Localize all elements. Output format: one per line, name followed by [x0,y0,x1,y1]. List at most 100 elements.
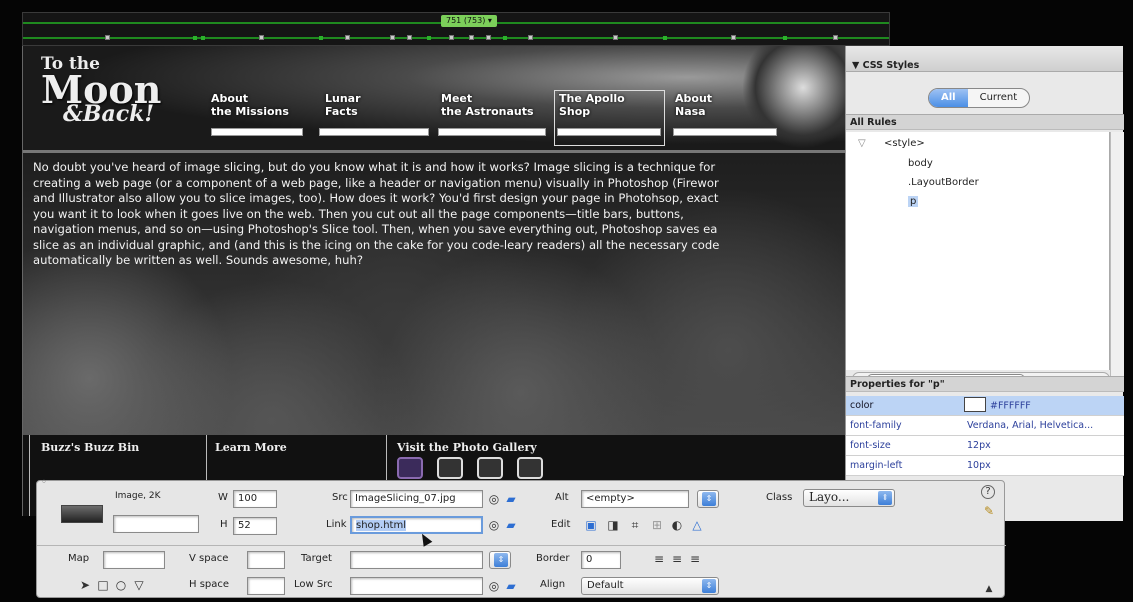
align-right-icon[interactable]: ≡ [687,551,703,567]
edit-in-photoshop-icon[interactable]: ▣ [583,517,599,533]
edit-image-settings-icon[interactable]: ◨ [605,517,621,533]
image-name-field[interactable] [113,515,199,533]
low-src-label: Low Src [294,579,333,590]
alt-label: Alt [555,492,569,503]
ruler-handle[interactable] [390,35,395,40]
nav-underline [438,128,546,136]
ruler-handle[interactable] [613,35,618,40]
inspector-divider [37,545,1006,546]
pointer-hotspot-icon[interactable]: ➤ [77,577,93,593]
nav-item-astronauts[interactable]: Meet the Astronauts [438,92,546,136]
ruler-handle[interactable] [833,35,838,40]
ruler-handle[interactable] [259,35,264,40]
ruler-handle[interactable] [105,35,110,40]
point-to-file-icon[interactable]: ◎ [486,491,502,507]
property-row-margin-left[interactable]: margin-left 10px [846,456,1124,476]
class-dropdown[interactable]: Layo... ⇕ [803,489,895,507]
footer-gallery-heading[interactable]: Visit the Photo Gallery [397,441,537,454]
footer-buzz-heading[interactable]: Buzz's Buzz Bin [41,441,139,454]
site-logo[interactable]: To the Moon &Back! [41,56,161,126]
property-value[interactable]: 10px [967,460,991,471]
ruler-handle[interactable] [528,35,533,40]
nav-label-2: Facts [325,105,358,118]
align-dropdown[interactable]: Default ⇕ [581,577,719,595]
ruler-marker [193,36,197,40]
browse-folder-icon[interactable]: ▰ [503,517,519,533]
ruler-handle[interactable] [486,35,491,40]
paragraph-line: creating a web page (or a component of a… [33,175,719,190]
ruler-handle[interactable] [449,35,454,40]
css-styles-title[interactable]: ▼ CSS Styles [846,46,1123,72]
sharpen-icon[interactable]: △ [689,517,705,533]
rule-body[interactable]: body [908,158,933,169]
rule-style[interactable]: <style> [884,138,925,149]
ruler-marker [503,36,507,40]
width-field[interactable]: 100 [233,490,277,508]
border-field[interactable]: 0 [581,551,621,569]
nav-label-2: the Astronauts [441,105,534,118]
nav-label-2: Nasa [675,105,706,118]
alt-field[interactable]: <empty> [581,490,689,508]
align-center-icon[interactable]: ≡ [669,551,685,567]
gallery-thumbnail[interactable] [437,457,463,479]
rules-vertical-scrollbar[interactable] [1110,132,1124,386]
rule-p[interactable]: p [908,196,919,207]
rectangle-hotspot-icon[interactable]: □ [95,577,111,593]
brightness-contrast-icon[interactable]: ◐ [669,517,685,533]
map-name-field[interactable] [103,551,165,569]
property-value[interactable]: Verdana, Arial, Helvetica... [967,420,1093,431]
nav-item-lunar-facts[interactable]: Lunar Facts [319,92,429,136]
paragraph-line: navigation menus, and so on—using Photos… [33,222,718,236]
map-label: Map [68,553,90,564]
collapse-inspector-icon[interactable]: ▲ [981,581,997,597]
gallery-thumbnail[interactable] [397,457,423,479]
property-value[interactable]: 12px [967,440,991,451]
ruler-handle[interactable] [407,35,412,40]
collapse-triangle-icon[interactable]: ▽ [858,138,866,149]
nav-item-missions[interactable]: About the Missions [211,92,303,136]
nav-item-nasa[interactable]: About Nasa [673,92,777,136]
property-row-font-family[interactable]: font-family Verdana, Arial, Helvetica... [846,416,1124,436]
ruler-handle[interactable] [345,35,350,40]
property-name: margin-left [850,460,903,471]
ruler-handle[interactable] [731,35,736,40]
resample-icon[interactable]: ⊞ [649,517,665,533]
link-field[interactable]: shop.html [350,516,483,534]
low-src-field[interactable] [350,577,483,595]
inspector-grip-icon[interactable]: ◦ [41,477,47,488]
help-icon[interactable]: ? [981,485,995,499]
align-left-icon[interactable]: ≡ [651,551,667,567]
point-to-file-icon[interactable]: ◎ [486,578,502,594]
browse-folder-icon[interactable]: ▰ [503,578,519,594]
property-value[interactable]: #FFFFFF [964,397,1031,412]
table-width-ruler: 751 (753) ▾ [22,12,890,46]
alt-dropdown[interactable]: ⇕ [697,490,719,508]
gallery-thumbnail[interactable] [517,457,543,479]
target-dropdown[interactable]: ⇕ [489,551,511,569]
footer-learn-heading[interactable]: Learn More [215,441,287,454]
src-field[interactable]: ImageSlicing_07.jpg [350,490,483,508]
table-width-label[interactable]: 751 (753) ▾ [441,15,497,27]
nav-item-apollo-shop[interactable]: The Apollo Shop [557,92,661,136]
circle-hotspot-icon[interactable]: ○ [113,577,129,593]
intro-paragraph[interactable]: No doubt you've heard of image slicing, … [33,160,848,269]
ruler-line-bottom [23,37,889,39]
tab-current[interactable]: Current [968,89,1030,107]
polygon-hotspot-icon[interactable]: ▽ [131,577,147,593]
property-row-color[interactable]: color #FFFFFF [846,396,1124,416]
rule-layoutborder[interactable]: .LayoutBorder [908,177,979,188]
hspace-field[interactable] [247,577,285,595]
ruler-handle[interactable] [469,35,474,40]
height-field[interactable]: 52 [233,517,277,535]
gallery-thumbnail[interactable] [477,457,503,479]
point-to-file-icon[interactable]: ◎ [486,517,502,533]
crop-icon[interactable]: ⌗ [627,517,643,533]
property-row-font-size[interactable]: font-size 12px [846,436,1124,456]
tab-all[interactable]: All [929,89,968,107]
vspace-field[interactable] [247,551,285,569]
browse-folder-icon[interactable]: ▰ [503,491,519,507]
design-view-page[interactable]: To the Moon &Back! About the Missions Lu… [22,46,852,516]
target-field[interactable] [350,551,483,569]
quick-tag-editor-icon[interactable]: ✎ [981,503,997,519]
color-swatch[interactable] [964,397,986,412]
